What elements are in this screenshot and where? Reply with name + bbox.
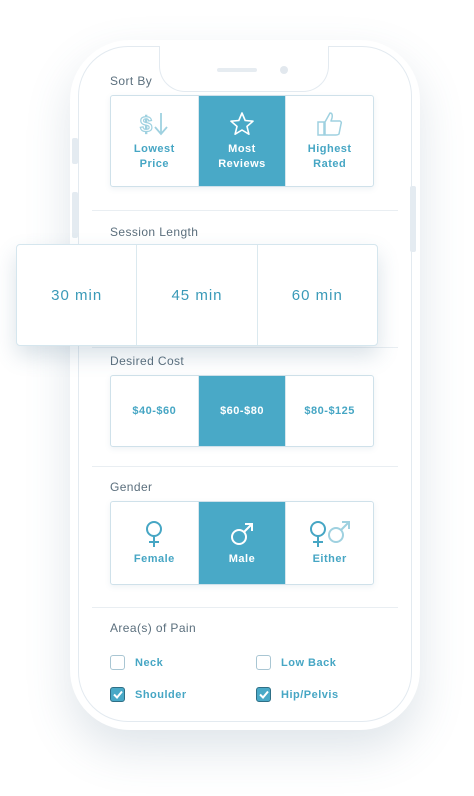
filter-screen: Sort By $ Lowest Price Most Reviews High… (92, 62, 398, 710)
cost-option-60-80[interactable]: $60-$80 (198, 376, 287, 446)
star-icon (229, 110, 255, 138)
pain-option-hip-pelvis[interactable]: Hip/Pelvis (256, 687, 339, 702)
speaker-grille (217, 68, 257, 72)
price-sort-icon: $ (138, 110, 170, 138)
session-option-30-min[interactable]: 30 min (17, 245, 138, 345)
gender-option-female-label: Female (133, 552, 175, 565)
phone-volume-up (72, 192, 78, 238)
gender-label: Gender (110, 480, 153, 494)
sort-option-most-line2: Reviews (218, 158, 266, 170)
sort-by-label: Sort By (110, 74, 153, 88)
pain-option-neck[interactable]: Neck (110, 655, 163, 670)
pain-option-low-back[interactable]: Low Back (256, 655, 336, 670)
section-divider (92, 347, 398, 348)
sort-option-highest-line1: Highest (307, 143, 352, 155)
sort-by-segmented-control: $ Lowest Price Most Reviews Highest Rate… (110, 95, 374, 187)
male-icon (229, 520, 255, 548)
either-gender-icon (308, 520, 352, 548)
phone-side-button (72, 138, 78, 164)
checkmark-icon (112, 690, 123, 699)
section-divider (92, 607, 398, 608)
session-option-60-min[interactable]: 60 min (258, 245, 377, 345)
pain-option-label: Shoulder (135, 688, 187, 701)
checkbox[interactable] (256, 687, 271, 702)
checkbox[interactable] (110, 687, 125, 702)
session-option-45-min[interactable]: 45 min (137, 245, 258, 345)
svg-text:$: $ (140, 112, 153, 137)
pain-areas-label: Area(s) of Pain (110, 621, 197, 635)
pain-option-label: Low Back (281, 656, 337, 669)
sort-option-most-line1: Most (228, 143, 256, 155)
section-divider (92, 210, 398, 211)
sort-option-lowest-line2: Price (139, 158, 170, 170)
pain-option-label: Hip/Pelvis (281, 688, 339, 701)
section-divider (92, 466, 398, 467)
cost-option-40-60[interactable]: $40-$60 (111, 376, 199, 446)
session-length-card: 30 min 45 min 60 min (16, 244, 378, 346)
gender-option-either-label: Either (312, 552, 347, 565)
checkbox[interactable] (110, 655, 125, 670)
sort-option-highest-rated[interactable]: Highest Rated (286, 96, 373, 186)
pain-option-label: Neck (135, 656, 164, 669)
gender-option-male-label: Male (228, 552, 256, 565)
session-length-label: Session Length (110, 225, 199, 239)
sort-option-most-reviews[interactable]: Most Reviews (198, 96, 287, 186)
cost-option-80-125[interactable]: $80-$125 (286, 376, 373, 446)
gender-segmented-control: Female Male Either (110, 501, 374, 585)
phone-power-button (410, 186, 416, 252)
sort-option-lowest-price[interactable]: $ Lowest Price (111, 96, 199, 186)
sort-option-highest-line2: Rated (313, 158, 347, 170)
gender-option-female[interactable]: Female (111, 502, 199, 584)
gender-option-male[interactable]: Male (198, 502, 287, 584)
sort-option-lowest-line1: Lowest (133, 143, 175, 155)
pain-option-shoulder[interactable]: Shoulder (110, 687, 187, 702)
thumbs-up-icon (316, 110, 344, 138)
desired-cost-label: Desired Cost (110, 354, 185, 368)
female-icon (143, 520, 165, 548)
gender-option-either[interactable]: Either (286, 502, 373, 584)
phone-notch (159, 46, 329, 92)
front-camera (280, 66, 288, 74)
checkmark-icon (258, 690, 269, 699)
cost-segmented-control: $40-$60 $60-$80 $80-$125 (110, 375, 374, 447)
checkbox[interactable] (256, 655, 271, 670)
